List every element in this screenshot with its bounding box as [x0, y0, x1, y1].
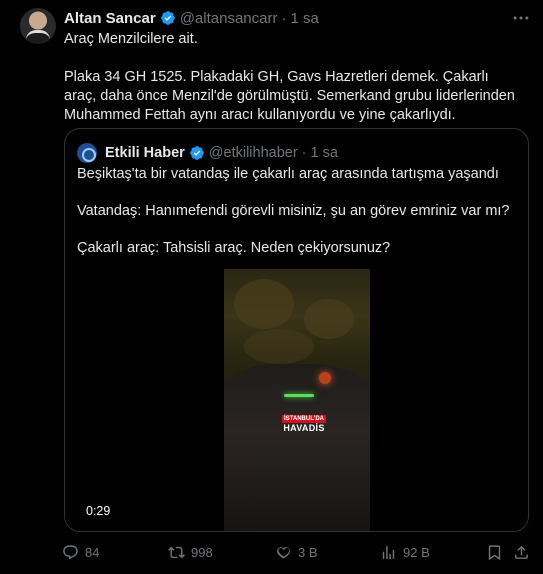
repost-count: 998 — [191, 544, 213, 560]
header-separator: · — [281, 9, 287, 27]
watermark-bottom: HAVADİS — [283, 423, 325, 433]
repost-icon — [168, 546, 185, 558]
video-player[interactable]: İSTANBUL'DA HAVADİS 0:29 — [65, 269, 528, 531]
header-separator: · — [301, 145, 307, 161]
like-count: 3 B — [298, 544, 318, 560]
tweet-text: Araç Menzilcilere ait. Plaka 34 GH 1525.… — [64, 30, 524, 125]
tweet-text-line: Plaka 34 GH 1525. Plakadaki GH, Gavs Haz… — [64, 69, 515, 123]
quoted-author-handle: @etkilihhaber — [208, 145, 298, 161]
quoted-text-line: Beşiktaş'ta bir vatandaş ile çakarlı ara… — [77, 166, 499, 182]
author-avatar[interactable] — [20, 8, 56, 44]
like-button[interactable]: 3 B — [275, 541, 318, 563]
video-timecode: 0:29 — [82, 503, 115, 519]
bookmark-icon — [488, 544, 501, 560]
quoted-tweet[interactable]: Etkili Haber @etkilihhaber · 1 sa Beşikt… — [64, 128, 529, 532]
video-car — [224, 364, 370, 531]
video-foliage — [244, 329, 314, 364]
quoted-text-line: Çakarlı araç: Tahsisli araç. Neden çekiy… — [77, 240, 391, 256]
views-chart-icon — [382, 545, 395, 559]
verified-badge-icon — [189, 146, 204, 160]
video-light-red — [319, 372, 331, 384]
share-button[interactable] — [513, 541, 530, 563]
video-foliage — [304, 299, 354, 339]
author-name[interactable]: Altan Sancar — [64, 10, 156, 27]
quoted-tweet-header: Etkili Haber @etkilihhaber · 1 sa — [77, 143, 338, 163]
heart-icon — [277, 546, 290, 559]
quoted-tweet-text: Beşiktaş'ta bir vatandaş ile çakarlı ara… — [77, 165, 517, 258]
reply-button[interactable]: 84 — [62, 541, 99, 563]
reply-count: 84 — [85, 544, 100, 560]
tweet-actions: 84 998 3 B 92 B — [62, 541, 532, 563]
watermark-top: İSTANBUL'DA — [282, 415, 326, 423]
quoted-author-avatar — [77, 143, 97, 163]
more-horizontal-icon[interactable] — [511, 8, 531, 28]
tweet-text-line: Araç Menzilcilere ait. — [64, 31, 198, 47]
verified-badge-icon — [160, 11, 175, 25]
quoted-tweet-time: 1 sa — [310, 145, 338, 161]
share-icon — [515, 545, 528, 559]
tweet-header: Altan Sancar @altansancarr · 1 sa — [64, 9, 319, 27]
video-light-green — [284, 394, 314, 397]
author-handle[interactable]: @altansancarr — [180, 10, 278, 27]
video-foliage — [234, 279, 294, 329]
reply-icon — [63, 544, 78, 559]
tweet[interactable]: Altan Sancar @altansancarr · 1 sa Araç M… — [0, 0, 543, 574]
quoted-author-name: Etkili Haber — [105, 145, 185, 161]
views-button[interactable]: 92 B — [380, 541, 430, 563]
views-count: 92 B — [403, 544, 430, 560]
video-watermark-logo: İSTANBUL'DA HAVADİS — [282, 415, 326, 433]
repost-button[interactable]: 998 — [168, 541, 213, 563]
tweet-time[interactable]: 1 sa — [290, 10, 318, 27]
bookmark-button[interactable] — [486, 541, 503, 563]
quoted-text-line: Vatandaş: Hanımefendi görevli misiniz, ş… — [77, 203, 510, 219]
video-frame[interactable]: İSTANBUL'DA HAVADİS — [224, 269, 370, 531]
